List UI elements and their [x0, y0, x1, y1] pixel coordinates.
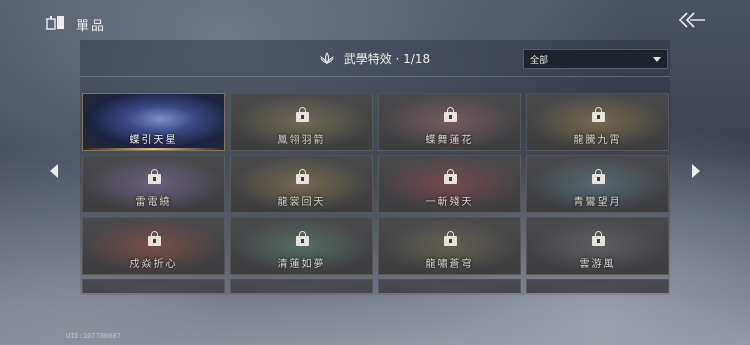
section-title-label: 武學特效 · 1/18 — [343, 52, 431, 66]
lock-icon — [296, 231, 309, 246]
effect-artwork — [379, 280, 520, 293]
effect-card[interactable] — [230, 279, 373, 293]
effect-card[interactable] — [82, 279, 225, 293]
effect-card[interactable]: 鳳翎羽箭 — [230, 93, 373, 151]
lock-icon — [148, 231, 161, 246]
effect-card[interactable]: 雷電繞 — [82, 155, 225, 213]
top-bar: 單品 — [0, 0, 750, 42]
lock-icon — [444, 169, 457, 184]
effect-name: 龍裳回天 — [277, 197, 326, 208]
effect-card[interactable]: 一斬殘天 — [378, 155, 521, 213]
effect-card[interactable]: 清蓮如夢 — [230, 217, 373, 275]
filter-dropdown[interactable]: 全部 — [523, 49, 668, 69]
effect-card[interactable]: 青鸞望月 — [526, 155, 669, 213]
lock-icon — [148, 169, 161, 184]
effect-artwork — [83, 280, 224, 293]
effect-artwork — [231, 280, 372, 293]
lock-icon — [592, 107, 605, 122]
bag-icon — [46, 16, 64, 30]
double-chevron-left-icon[interactable] — [678, 10, 706, 30]
effect-card[interactable] — [526, 279, 669, 293]
lock-icon — [592, 231, 605, 246]
effect-name: 戍焱折心 — [129, 259, 178, 270]
effect-card[interactable]: 蝶引天星 — [82, 93, 225, 151]
effect-name: 龍嘯蒼穹 — [425, 259, 474, 270]
effect-name: 清蓮如夢 — [277, 259, 326, 270]
effect-name: 雲游風 — [579, 259, 616, 270]
effects-grid: 蝶引天星 鳳翎羽箭 蝶舞蓮花 龍騰九霄雷電繞 龍裳回天 一斬殘天 青鸞望月戍焱折心 清蓮如夢 龍… — [82, 93, 670, 293]
prev-page-arrow-icon[interactable] — [50, 164, 58, 178]
effect-card[interactable]: 蝶舞蓮花 — [378, 93, 521, 151]
lock-icon — [592, 169, 605, 184]
lock-icon — [444, 231, 457, 246]
chevron-down-icon — [653, 57, 661, 62]
effect-name: 青鸞望月 — [573, 197, 622, 208]
effect-card[interactable]: 龍騰九霄 — [526, 93, 669, 151]
effect-name: 一斬殘天 — [425, 197, 474, 208]
filter-selected-value: 全部 — [530, 56, 549, 66]
effect-card[interactable] — [378, 279, 521, 293]
effect-name: 鳳翎羽箭 — [277, 135, 326, 146]
effect-card[interactable]: 戍焱折心 — [82, 217, 225, 275]
effect-card[interactable]: 龍裳回天 — [230, 155, 373, 213]
effect-artwork — [527, 280, 668, 293]
uid-label: UID:107780887 — [66, 332, 121, 340]
effect-card[interactable]: 龍嘯蒼穹 — [378, 217, 521, 275]
effect-name: 蝶引天星 — [129, 135, 178, 146]
lock-icon — [296, 107, 309, 122]
next-page-arrow-icon[interactable] — [692, 164, 700, 178]
effect-name: 蝶舞蓮花 — [425, 135, 474, 146]
lock-icon — [444, 107, 457, 122]
lotus-icon — [320, 52, 334, 64]
page-title: 單品 — [76, 19, 107, 34]
effect-card[interactable]: 雲游風 — [526, 217, 669, 275]
lock-icon — [296, 169, 309, 184]
header-divider — [80, 76, 670, 77]
effect-name: 雷電繞 — [135, 197, 172, 208]
effect-name: 龍騰九霄 — [573, 135, 622, 146]
